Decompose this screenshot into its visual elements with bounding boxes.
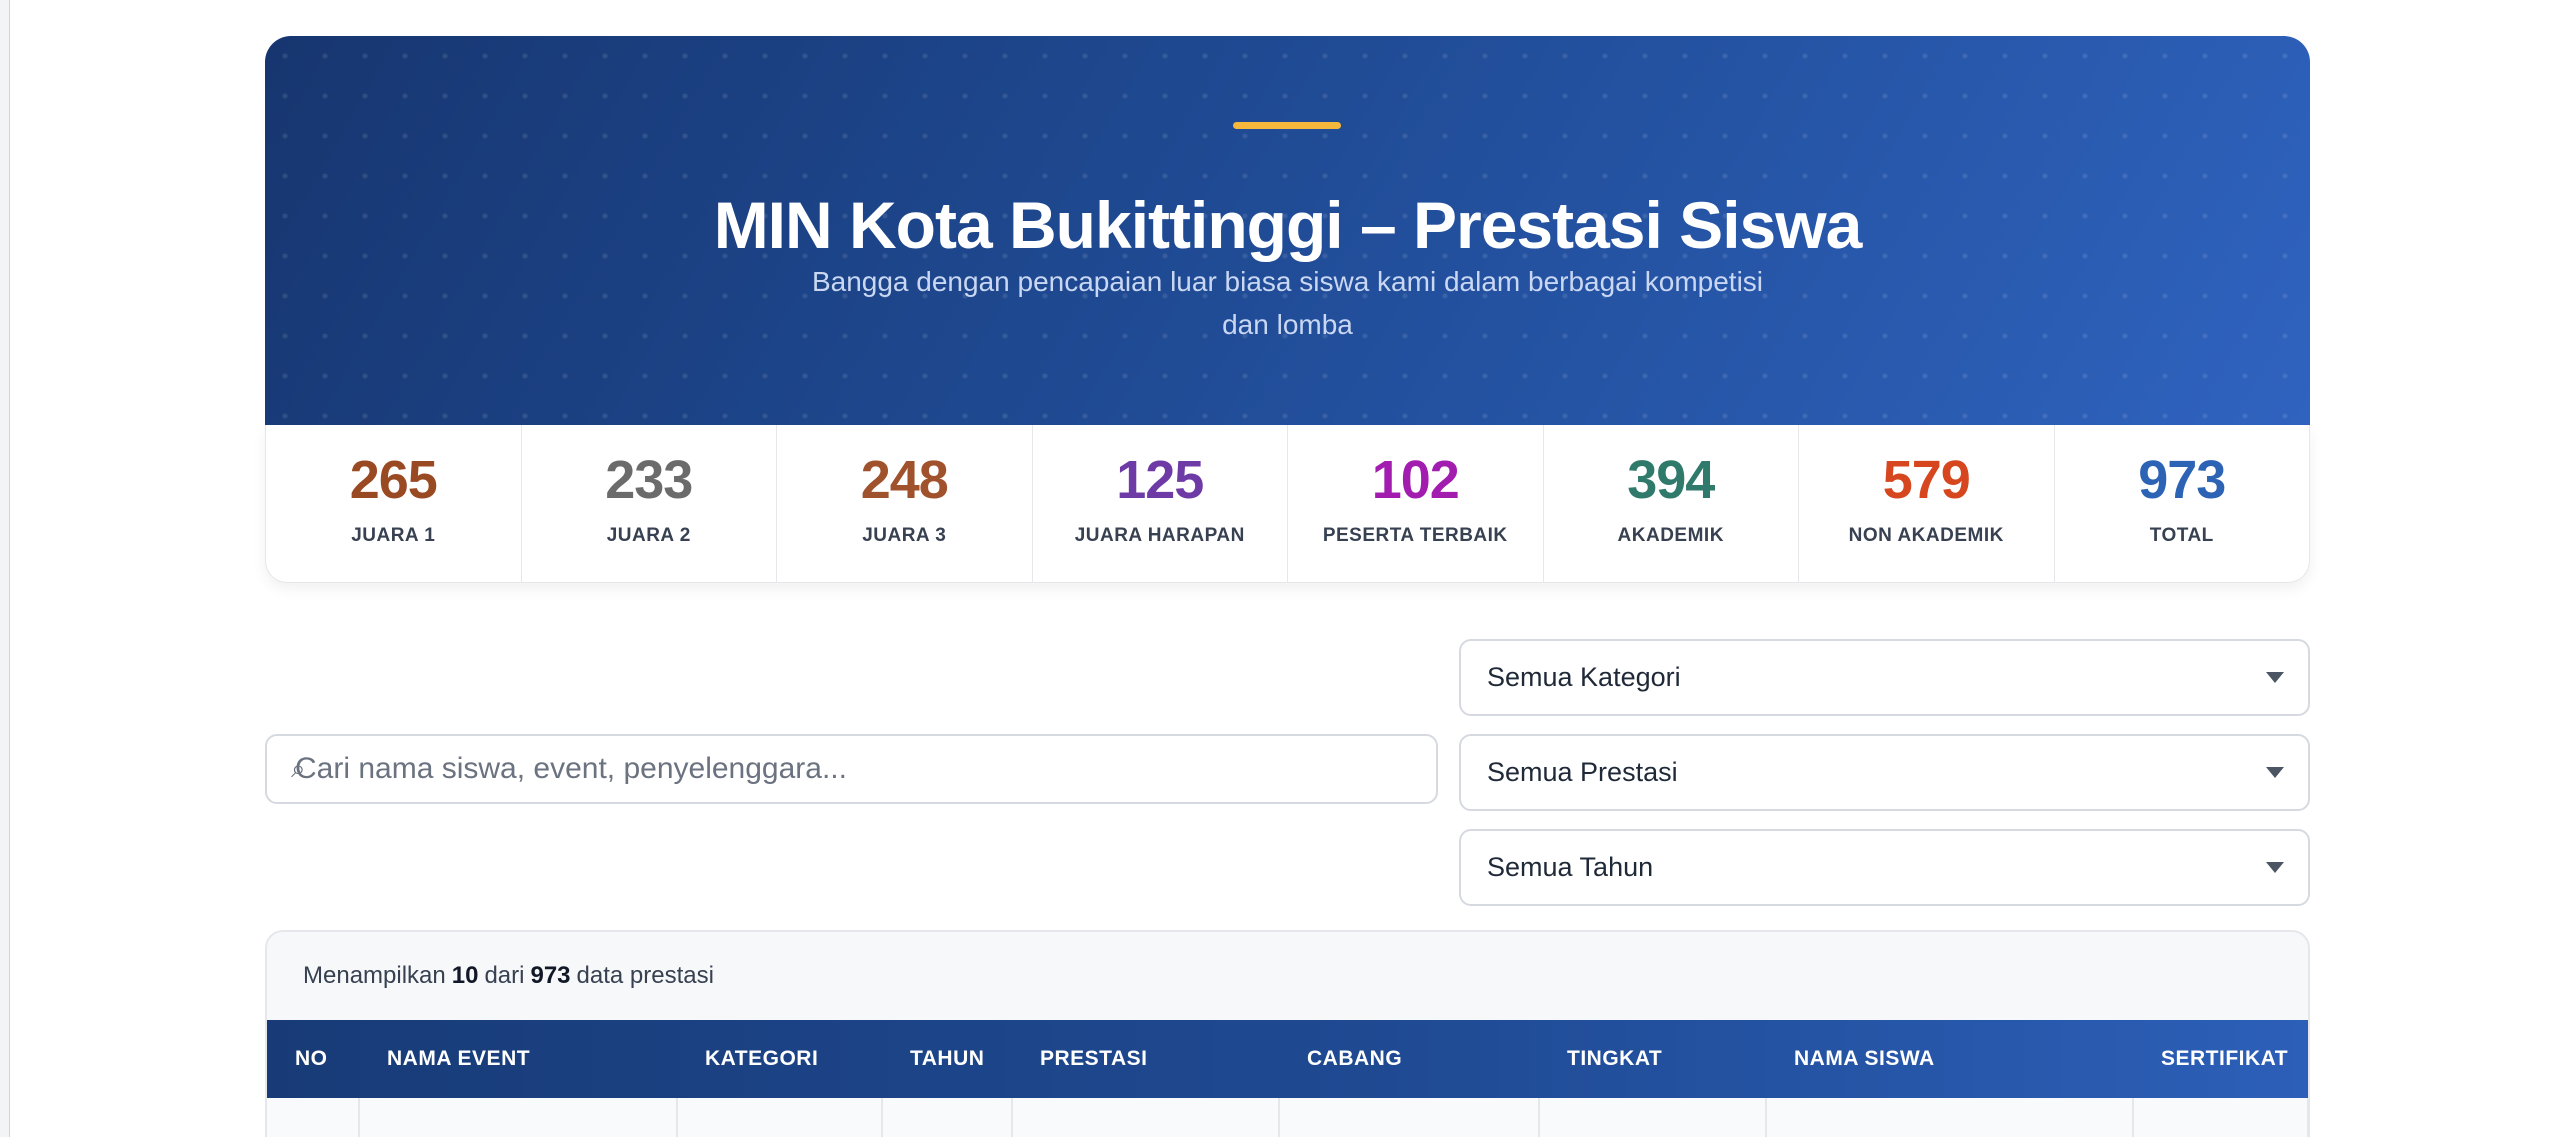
results-table-card: Menampilkan 10 dari 973 data prestasi NO… — [265, 930, 2310, 1137]
stat-label: JUARA HARAPAN — [1074, 525, 1245, 546]
column-header-nama-siswa[interactable]: NAMA SISWA — [1766, 1020, 2133, 1098]
column-header-tahun[interactable]: TAHUN — [882, 1020, 1012, 1098]
prestasi-select[interactable]: Semua Prestasi — [1459, 734, 2310, 811]
stat-card: 265 JUARA 1 — [266, 425, 522, 582]
stat-label: JUARA 1 — [351, 525, 436, 546]
results-info-suffix: data prestasi — [576, 962, 714, 989]
column-header-prestasi[interactable]: PRESTASI — [1012, 1020, 1279, 1098]
tahun-select[interactable]: Semua Tahun — [1459, 829, 2310, 906]
stat-value: 248 — [860, 450, 949, 510]
chevron-down-icon — [2266, 862, 2284, 873]
prestasi-table: NO NAMA EVENT KATEGORI TAHUN PRESTASI CA… — [267, 1020, 2308, 1137]
stat-value: 265 — [349, 450, 438, 510]
filter-area: ⌕ Semua Kategori Semua Prestasi Semua Ta… — [265, 583, 2310, 931]
stat-card: 233 JUARA 2 — [522, 425, 777, 582]
kategori-select[interactable]: Semua Kategori — [1459, 639, 2310, 716]
results-info: Menampilkan 10 dari 973 data prestasi — [267, 932, 2308, 1020]
table-cell — [1012, 1098, 1280, 1137]
stat-label: JUARA 2 — [606, 525, 691, 546]
stat-label: JUARA 3 — [862, 525, 947, 546]
table-cell — [677, 1098, 883, 1137]
results-total-count: 973 — [530, 962, 571, 989]
stat-card: 973 TOTAL — [2055, 425, 2310, 582]
results-info-prefix: Menampilkan — [303, 962, 446, 989]
stat-card: 579 NON AKADEMIK — [1799, 425, 2055, 582]
stat-value: 233 — [605, 450, 693, 510]
stat-label: NON AKADEMIK — [1848, 525, 2004, 546]
stat-value: 973 — [2138, 450, 2226, 510]
table-cell — [2133, 1098, 2308, 1137]
results-shown-count: 10 — [451, 962, 479, 989]
stat-value: 102 — [1371, 450, 1460, 510]
table-cell — [882, 1098, 1013, 1137]
stats-bar: 265 JUARA 1 233 JUARA 2 248 JUARA 3 125 JUARA H… — [265, 425, 2310, 583]
stat-card: 125 JUARA HARAPAN — [1033, 425, 1288, 582]
chevron-down-icon — [2266, 672, 2284, 683]
tahun-select-value: Semua Tahun — [1487, 852, 1654, 882]
stat-card: 102 PESERTA TERBAIK — [1288, 425, 1544, 582]
table-header-row: NO NAMA EVENT KATEGORI TAHUN PRESTASI CA… — [267, 1020, 2308, 1098]
column-header-sertifikat[interactable]: SERTIFIKAT — [2133, 1020, 2308, 1098]
search-input[interactable] — [291, 752, 1391, 786]
table-cell — [359, 1098, 678, 1137]
search-field[interactable]: ⌕ — [265, 734, 1438, 804]
stat-label: TOTAL — [2149, 525, 2214, 546]
results-info-mid: dari — [484, 962, 525, 989]
stat-value: 579 — [1882, 450, 1971, 510]
table-cell — [1766, 1098, 2134, 1137]
column-header-nama-event[interactable]: NAMA EVENT — [359, 1020, 677, 1098]
column-header-tingkat[interactable]: TINGKAT — [1539, 1020, 1766, 1098]
stat-label: PESERTA TERBAIK — [1322, 525, 1508, 546]
table-row — [267, 1098, 2308, 1137]
stat-card: 394 AKADEMIK — [1544, 425, 1799, 582]
page-container: MIN Kota Bukittinggi – Prestasi Siswa Ba… — [265, 36, 2310, 931]
stat-card: 248 JUARA 3 — [777, 425, 1033, 582]
stat-value: 394 — [1627, 450, 1715, 510]
table-cell — [267, 1098, 360, 1137]
stat-value: 125 — [1116, 450, 1204, 510]
column-header-cabang[interactable]: CABANG — [1279, 1020, 1539, 1098]
kategori-select-value: Semua Kategori — [1487, 662, 1681, 692]
chevron-down-icon — [2266, 767, 2284, 778]
page-title: MIN Kota Bukittinggi – Prestasi Siswa — [713, 188, 1863, 262]
hero-banner: MIN Kota Bukittinggi – Prestasi Siswa Ba… — [265, 36, 2310, 425]
column-header-no[interactable]: NO — [267, 1020, 359, 1098]
table-cell — [1539, 1098, 1767, 1137]
hero-accent-line — [1233, 122, 1341, 129]
page-subtitle: Bangga dengan pencapaian luar biasa sisw… — [811, 266, 1764, 340]
column-header-kategori[interactable]: KATEGORI — [677, 1020, 882, 1098]
stat-label: AKADEMIK — [1617, 525, 1724, 546]
table-cell — [1279, 1098, 1540, 1137]
prestasi-select-value: Semua Prestasi — [1487, 757, 1678, 787]
window-edge — [0, 0, 10, 1137]
